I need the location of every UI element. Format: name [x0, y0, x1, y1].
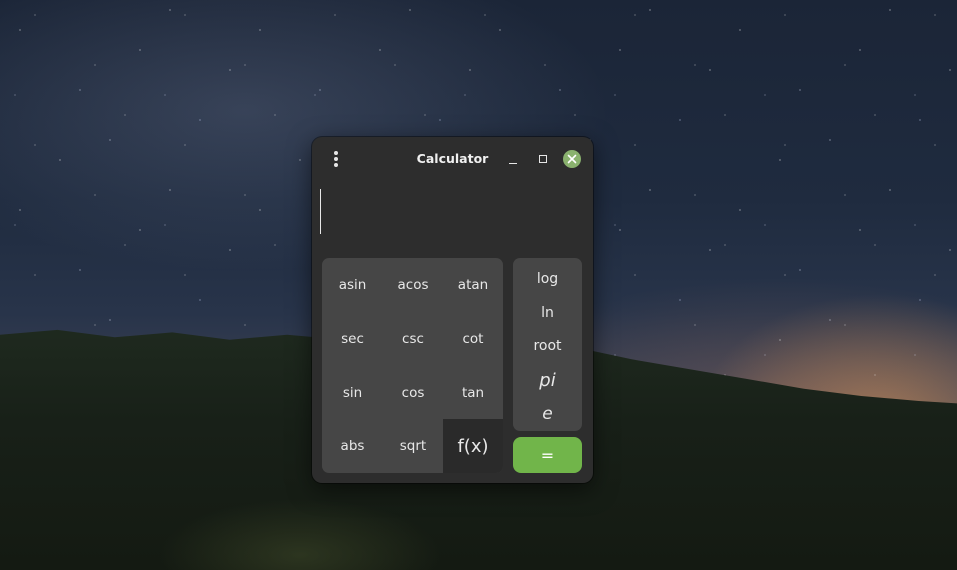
- text-cursor: [320, 189, 321, 234]
- acos-button[interactable]: acos: [383, 258, 443, 312]
- tan-button[interactable]: tan: [443, 366, 503, 419]
- cot-button[interactable]: cot: [443, 312, 503, 366]
- log-button[interactable]: log: [513, 262, 582, 296]
- maximize-icon[interactable]: [533, 149, 553, 169]
- sqrt-button[interactable]: sqrt: [383, 419, 443, 473]
- equals-button[interactable]: =: [513, 437, 582, 473]
- expression-input[interactable]: [320, 185, 585, 243]
- function-keypad: asin acos atan sec csc cot sin cos tan a…: [322, 258, 503, 473]
- atan-button[interactable]: atan: [443, 258, 503, 312]
- e-button[interactable]: e: [513, 397, 582, 431]
- vertical-dots-icon[interactable]: [326, 149, 346, 169]
- calculator-window: Calculator asin acos atan sec csc cot si…: [312, 137, 593, 483]
- root-button[interactable]: root: [513, 330, 582, 364]
- title-bar[interactable]: Calculator: [312, 137, 593, 181]
- function-button[interactable]: f(x): [443, 419, 503, 473]
- cos-button[interactable]: cos: [383, 366, 443, 419]
- csc-button[interactable]: csc: [383, 312, 443, 366]
- constants-keypad: log ln root pi e: [513, 258, 582, 431]
- sec-button[interactable]: sec: [322, 312, 383, 366]
- sin-button[interactable]: sin: [322, 366, 383, 419]
- close-icon[interactable]: [563, 150, 581, 168]
- minimize-icon[interactable]: [503, 149, 523, 169]
- abs-button[interactable]: abs: [322, 419, 383, 473]
- pi-button[interactable]: pi: [513, 363, 582, 397]
- asin-button[interactable]: asin: [322, 258, 383, 312]
- ln-button[interactable]: ln: [513, 296, 582, 330]
